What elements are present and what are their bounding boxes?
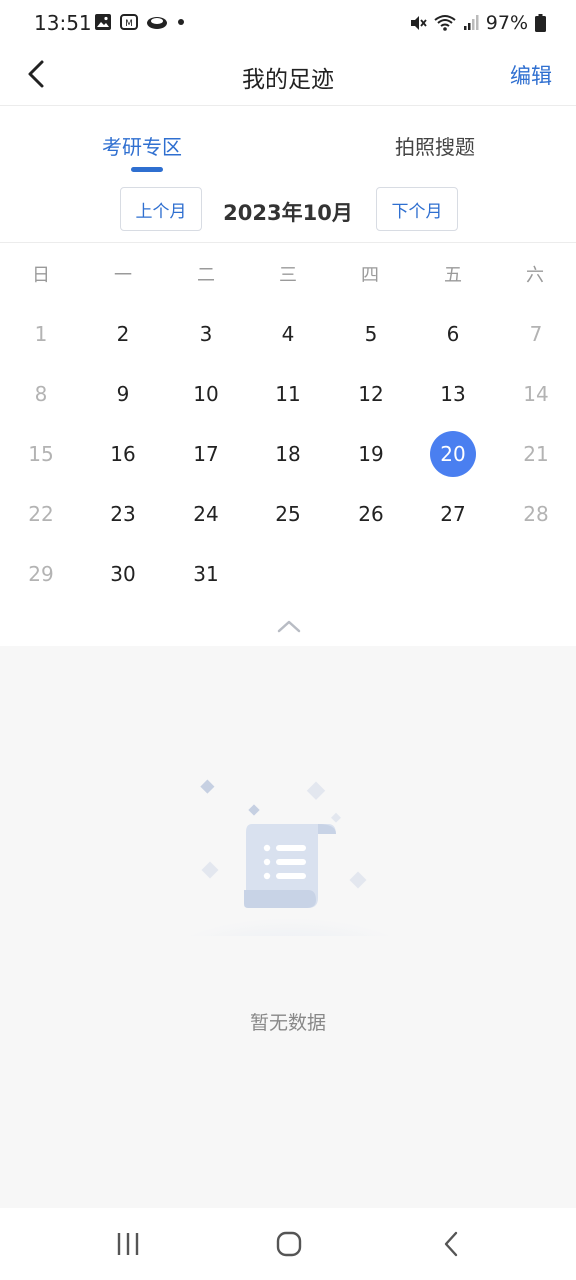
recent-apps-icon xyxy=(117,1233,139,1255)
weekday-wed: 三 xyxy=(279,265,297,286)
weekday-sat: 六 xyxy=(526,265,544,286)
cloud-icon xyxy=(147,17,167,29)
calendar-day[interactable]: 21 xyxy=(513,431,559,477)
weekday-mon: 一 xyxy=(114,265,132,286)
system-back-button[interactable] xyxy=(436,1228,466,1260)
status-icons-right: 97% xyxy=(409,12,546,34)
weekday-fri: 五 xyxy=(444,265,462,286)
calendar-day[interactable]: 16 xyxy=(100,431,146,477)
calendar-week-row: 8 9 10 11 12 13 14 xyxy=(0,363,576,423)
calendar-day[interactable]: 22 xyxy=(18,491,64,537)
image-icon xyxy=(95,14,111,30)
battery-percentage: 97% xyxy=(485,12,528,34)
calendar-day[interactable]: 2 xyxy=(100,311,146,357)
status-bar: 13:51 M 97% xyxy=(0,0,576,46)
calendar-day[interactable]: 25 xyxy=(265,491,311,537)
tab-photo-search[interactable]: 拍照搜题 xyxy=(395,131,475,160)
empty-state-area: 暂无数据 xyxy=(0,646,576,1208)
weekday-tue: 二 xyxy=(197,265,215,286)
calendar-day[interactable]: 13 xyxy=(430,371,476,417)
calendar: 日 一 二 三 四 五 六 1 2 3 4 5 6 7 8 9 10 11 12 13 14 15 16 17 1… xyxy=(0,243,576,603)
calendar-day[interactable]: 29 xyxy=(18,551,64,597)
calendar-day[interactable]: 30 xyxy=(100,551,146,597)
home-button[interactable] xyxy=(272,1228,306,1260)
calendar-day[interactable]: 6 xyxy=(430,311,476,357)
wifi-icon xyxy=(434,15,456,31)
system-nav-bar xyxy=(0,1208,576,1280)
calendar-day[interactable]: 27 xyxy=(430,491,476,537)
calendar-week-row: 22 23 24 25 26 27 28 xyxy=(0,483,576,543)
home-icon xyxy=(276,1231,302,1257)
page-title: 我的足迹 xyxy=(242,67,334,93)
app-icon: M xyxy=(120,14,138,30)
current-month-label: 2023年10月 xyxy=(223,201,353,225)
calendar-day[interactable]: 24 xyxy=(183,491,229,537)
empty-document-icon xyxy=(180,779,400,936)
calendar-day[interactable]: 7 xyxy=(513,311,559,357)
back-icon xyxy=(444,1231,458,1257)
tab-kaoyan[interactable]: 考研专区 xyxy=(102,131,182,160)
calendar-day[interactable]: 11 xyxy=(265,371,311,417)
calendar-day[interactable]: 5 xyxy=(348,311,394,357)
calendar-day[interactable]: 12 xyxy=(348,371,394,417)
dot-icon xyxy=(178,19,184,25)
calendar-day[interactable]: 8 xyxy=(18,371,64,417)
weekday-header: 日 一 二 三 四 五 六 xyxy=(0,243,576,303)
calendar-week-row: 29 30 31 xyxy=(0,543,576,603)
calendar-day[interactable]: 10 xyxy=(183,371,229,417)
tab-bar: 考研专区 拍照搜题 xyxy=(0,107,576,175)
calendar-day[interactable]: 31 xyxy=(183,551,229,597)
calendar-week-row: 1234567 xyxy=(0,303,576,363)
battery-icon xyxy=(535,14,546,32)
next-month-button[interactable]: 下个月 xyxy=(376,187,458,231)
calendar-day[interactable]: 19 xyxy=(348,431,394,477)
mute-icon xyxy=(410,16,427,30)
nav-bar: 我的足迹 编辑 xyxy=(0,46,576,106)
edit-button[interactable]: 编辑 xyxy=(510,60,552,90)
calendar-week-row: 15 16 17 18 19 20 21 xyxy=(0,423,576,483)
calendar-day[interactable]: 15 xyxy=(18,431,64,477)
tab-indicator xyxy=(131,167,163,172)
weekday-sun: 日 xyxy=(32,265,50,286)
calendar-day[interactable]: 4 xyxy=(265,311,311,357)
calendar-day[interactable]: 3 xyxy=(183,311,229,357)
weekday-thu: 四 xyxy=(361,265,379,286)
calendar-day[interactable]: 1 xyxy=(18,311,64,357)
calendar-day[interactable]: 23 xyxy=(100,491,146,537)
calendar-day[interactable]: 28 xyxy=(513,491,559,537)
svg-text:M: M xyxy=(125,19,133,29)
calendar-day-selected[interactable]: 20 xyxy=(430,431,476,477)
calendar-day[interactable]: 26 xyxy=(348,491,394,537)
calendar-day[interactable]: 9 xyxy=(100,371,146,417)
empty-state-text: 暂无数据 xyxy=(249,1012,326,1034)
calendar-grid: 1 2 3 4 5 6 7 8 9 10 11 12 13 14 15 16 17 18 19 20 21 22 23 24 2… xyxy=(0,303,576,603)
month-selector: 上个月 2023年10月 下个月 xyxy=(0,186,576,232)
status-time: 13:51 xyxy=(34,11,92,35)
chevron-up-icon[interactable] xyxy=(276,616,302,636)
calendar-day[interactable]: 14 xyxy=(513,371,559,417)
calendar-day[interactable]: 17 xyxy=(183,431,229,477)
signal-icon xyxy=(463,15,479,30)
recent-apps-button[interactable] xyxy=(110,1228,146,1260)
status-icons-left: M xyxy=(94,13,186,31)
calendar-day[interactable]: 18 xyxy=(265,431,311,477)
